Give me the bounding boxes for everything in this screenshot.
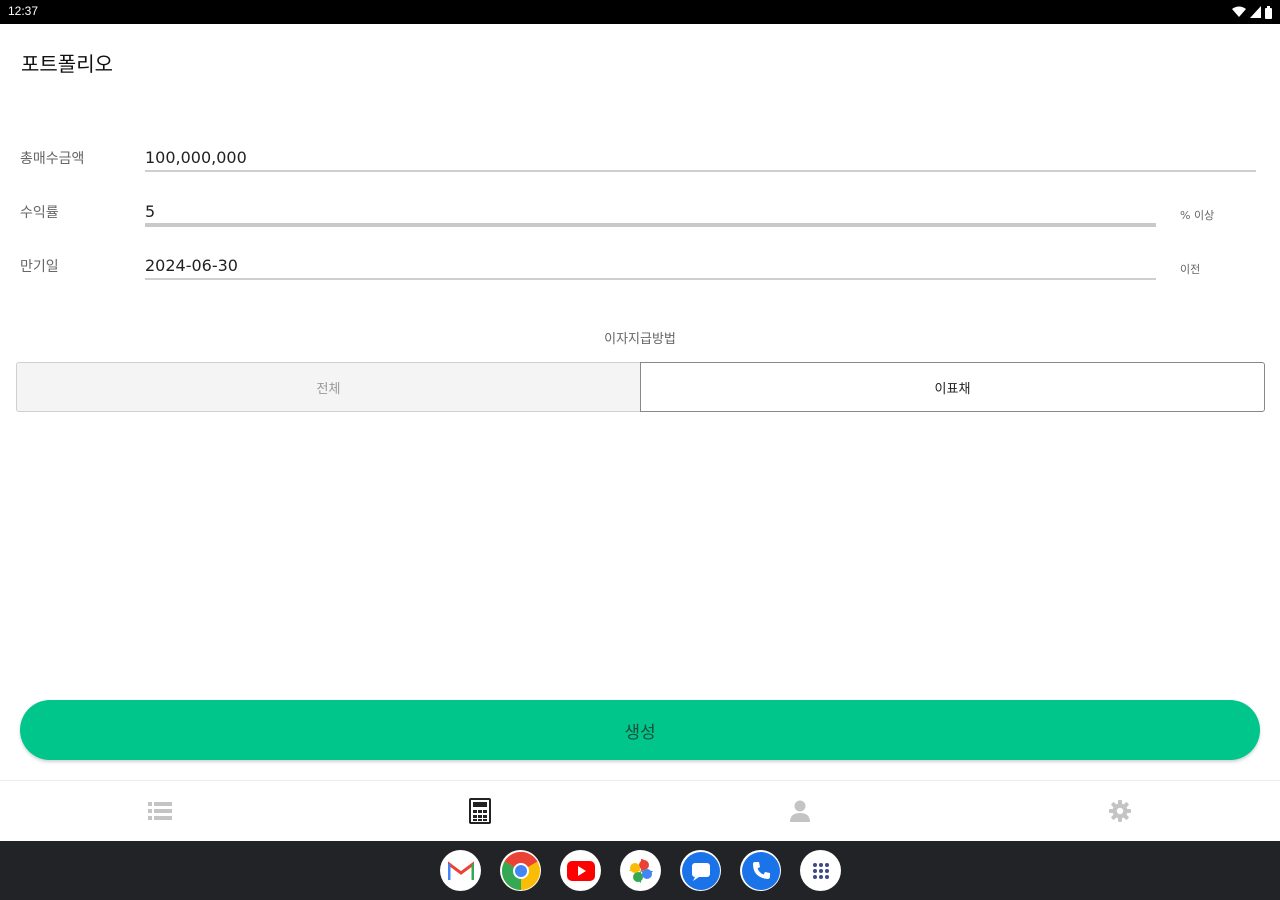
dock-app-chrome[interactable] xyxy=(500,850,541,891)
page-title: 포트폴리오 xyxy=(21,52,113,76)
status-icons xyxy=(1232,5,1272,19)
total-amount-underline xyxy=(145,170,1256,172)
phone-icon xyxy=(741,851,780,890)
bottom-nav xyxy=(0,780,1280,841)
nav-item-list[interactable] xyxy=(0,781,320,841)
dock-app-photos[interactable] xyxy=(620,850,661,891)
total-amount-label: 총매수금액 xyxy=(20,151,85,167)
segment-option-all[interactable]: 전체 xyxy=(16,362,640,412)
messages-icon xyxy=(681,851,720,890)
list-icon xyxy=(148,802,172,820)
nav-item-calculator[interactable] xyxy=(320,781,640,841)
maturity-suffix: 이전 xyxy=(1180,263,1201,276)
gear-icon xyxy=(1109,800,1131,822)
system-dock xyxy=(0,841,1280,900)
dock-apps xyxy=(440,850,841,891)
payment-method-segment: 전체 이표채 xyxy=(16,362,1265,412)
chrome-icon xyxy=(501,851,540,890)
yield-label: 수익률 xyxy=(20,205,59,221)
yield-underline xyxy=(145,223,1156,227)
payment-method-title: 이자지급방법 xyxy=(604,332,676,347)
status-time: 12:37 xyxy=(8,4,39,18)
youtube-icon xyxy=(566,860,595,881)
signal-icon xyxy=(1250,6,1261,18)
maturity-underline xyxy=(145,278,1156,280)
gmail-icon xyxy=(447,860,474,880)
nav-item-profile[interactable] xyxy=(640,781,960,841)
nav-item-settings[interactable] xyxy=(960,781,1280,841)
dock-app-phone[interactable] xyxy=(740,850,781,891)
dock-app-drawer[interactable] xyxy=(800,850,841,891)
photos-icon xyxy=(628,858,653,883)
segment-option-coupon-bond[interactable]: 이표채 xyxy=(640,362,1265,412)
person-icon xyxy=(790,800,810,822)
app-drawer-icon xyxy=(812,862,829,879)
yield-suffix: % 이상 xyxy=(1180,209,1215,222)
dock-app-youtube[interactable] xyxy=(560,850,601,891)
maturity-label: 만기일 xyxy=(20,259,59,275)
battery-icon xyxy=(1265,5,1272,19)
total-amount-input[interactable] xyxy=(145,145,1255,169)
yield-input[interactable] xyxy=(145,199,1155,223)
create-button[interactable]: 생성 xyxy=(20,700,1260,760)
calculator-icon xyxy=(469,798,491,824)
dock-app-gmail[interactable] xyxy=(440,850,481,891)
dock-app-messages[interactable] xyxy=(680,850,721,891)
wifi-icon xyxy=(1232,6,1246,17)
maturity-input[interactable] xyxy=(145,253,1155,277)
status-bar: 12:37 xyxy=(0,0,1280,24)
